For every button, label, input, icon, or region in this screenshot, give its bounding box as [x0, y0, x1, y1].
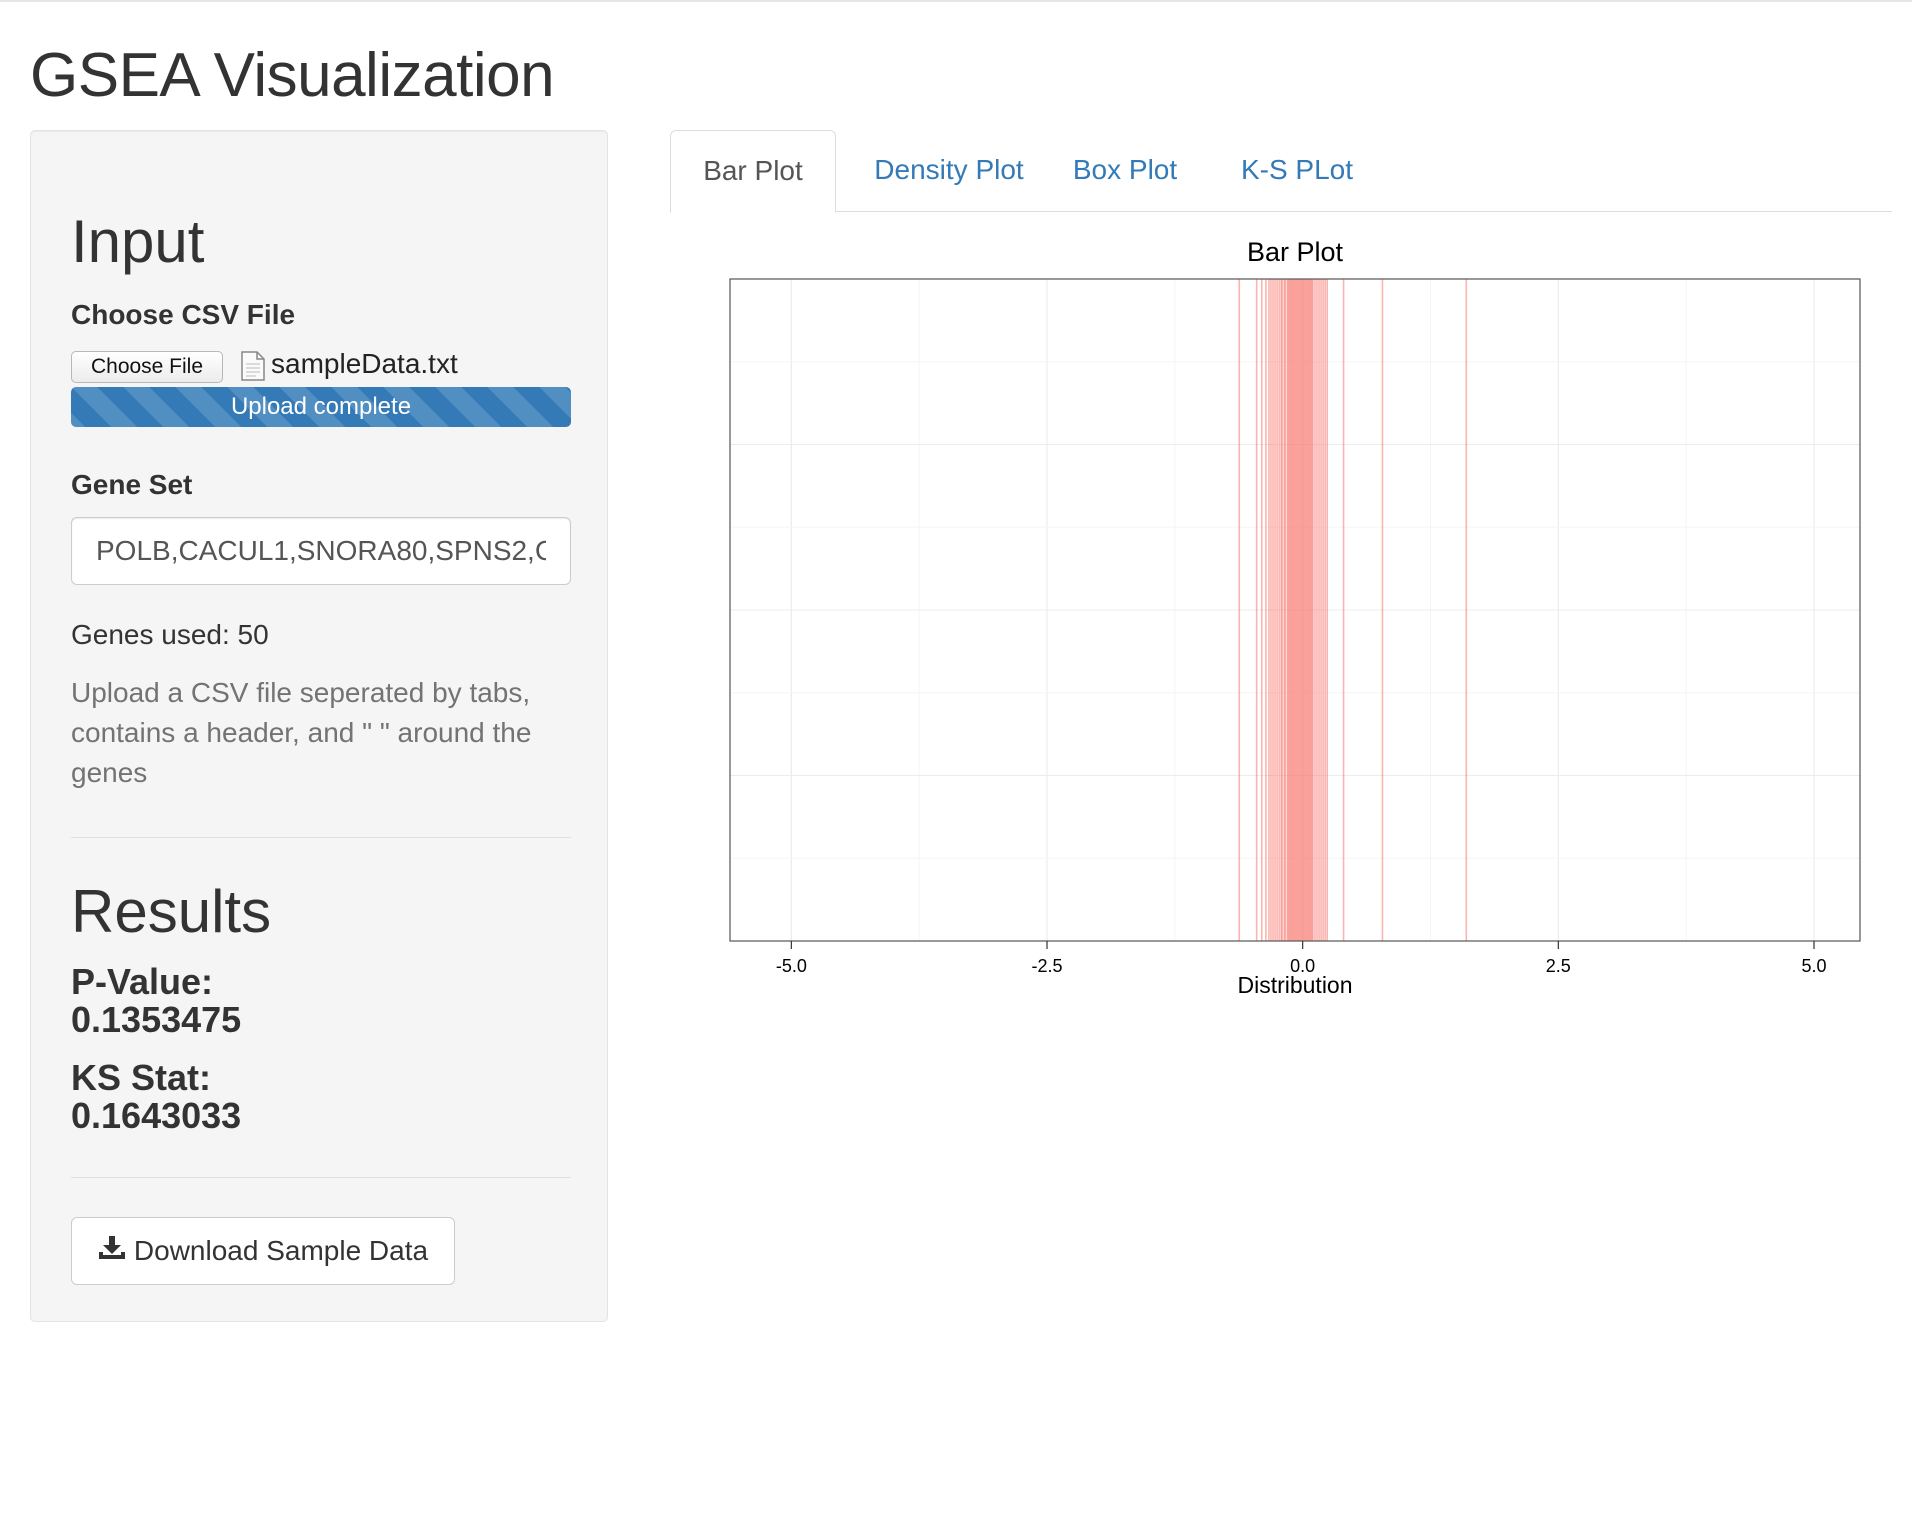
p-value: 0.1353475	[71, 999, 242, 1040]
download-button-label: Download Sample Data	[133, 1235, 429, 1266]
input-heading: Input	[71, 208, 205, 275]
csv-file-label: Choose CSV File	[71, 299, 296, 330]
tab-bar-plot[interactable]: Bar Plot	[670, 130, 836, 213]
chart-title: Bar Plot	[1247, 237, 1344, 267]
choose-file-button[interactable]: Choose File	[71, 351, 223, 383]
genes-used-count: Genes used: 50	[71, 619, 269, 650]
upload-status-text: Upload complete	[230, 393, 412, 420]
bar-plot-chart: Bar Plot -5.0 -2.5 0.0 2.5 5.0 Distribution	[729, 237, 1861, 998]
tab-ks-plot[interactable]: K-S PLot	[1206, 130, 1388, 212]
download-icon	[98, 1235, 126, 1268]
x-axis-label: Distribution	[1237, 972, 1352, 998]
x-tick-label: 5.0	[1801, 956, 1826, 976]
x-tick-label: 2.5	[1546, 956, 1571, 976]
ks-stat-value: 0.1643033	[71, 1095, 242, 1136]
results-heading: Results	[71, 878, 272, 945]
sidebar-panel: Input Choose CSV File Choose File sample…	[30, 130, 608, 1322]
page-title: GSEA Visualization	[30, 41, 555, 110]
upload-progress-bar: Upload complete	[71, 387, 571, 427]
ks-stat-label: KS Stat:	[71, 1057, 212, 1098]
divider	[71, 1177, 571, 1178]
plot-tabs: Bar Plot Density Plot Box Plot K-S PLot	[670, 130, 1892, 213]
gene-set-input[interactable]	[71, 517, 571, 585]
tab-density-plot[interactable]: Density Plot	[856, 130, 1042, 212]
download-sample-data-button[interactable]: Download Sample Data	[71, 1217, 455, 1285]
p-value-label: P-Value:	[71, 961, 214, 1002]
document-icon	[241, 351, 265, 386]
divider	[71, 837, 571, 838]
help-text: Upload a CSV file seperated by tabs, con…	[71, 677, 532, 788]
selected-file-name: sampleData.txt	[271, 348, 458, 379]
tab-box-plot[interactable]: Box Plot	[1058, 130, 1192, 212]
x-tick-label: -5.0	[776, 956, 807, 976]
gene-set-label: Gene Set	[71, 469, 193, 500]
x-tick-label: -2.5	[1031, 956, 1062, 976]
